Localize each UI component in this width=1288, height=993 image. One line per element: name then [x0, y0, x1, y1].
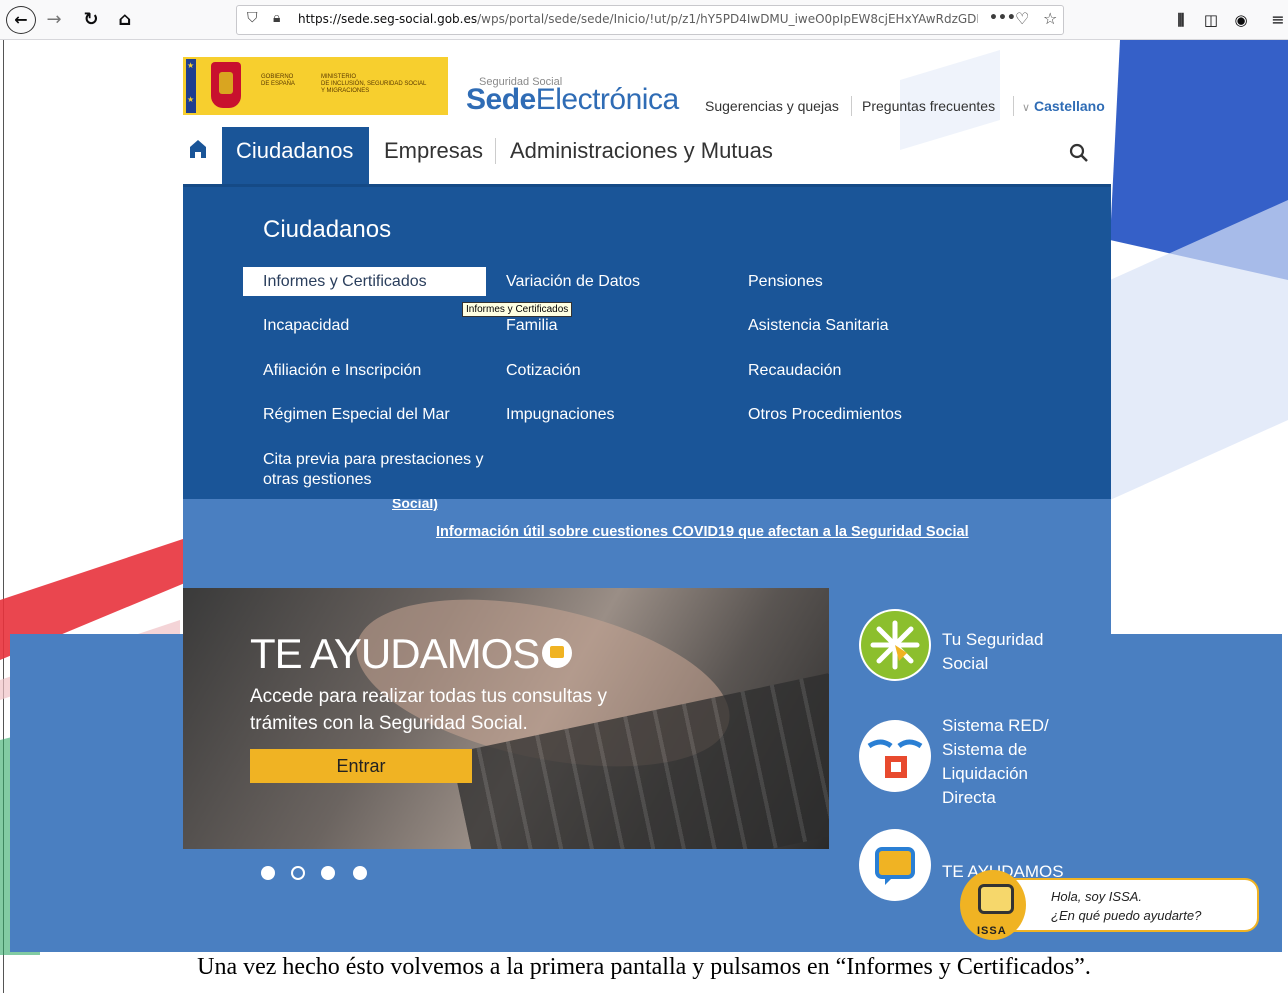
url-text[interactable]: https://sede.seg-social.gob.es/wps/porta… [298, 12, 978, 26]
lock-icon[interactable]: 🔒︎ [273, 10, 280, 26]
coat-of-arms-icon [211, 62, 241, 108]
ministerio-text: MINISTERIO DE INCLUSIÓN, SEGURIDAD SOCIA… [321, 74, 427, 94]
tss-logo-graphic [861, 611, 929, 679]
menu-item-variacion-datos[interactable]: Variación de Datos [506, 272, 640, 292]
menu-item-incapacidad[interactable]: Incapacidad [263, 316, 349, 336]
sede-bold-text: Sede [466, 83, 536, 116]
chevron-down-icon: ∨ [1022, 102, 1031, 114]
tu-seguridad-social-link[interactable]: Tu Seguridad Social [942, 628, 1072, 676]
menu-icon[interactable]: ≡ [1270, 8, 1286, 32]
pocket-icon[interactable]: ♡ [1015, 9, 1029, 28]
url-host: https://sede.seg-social.gob.es [298, 12, 478, 26]
home-button[interactable]: ⌂ [114, 8, 136, 32]
tab-ciudadanos-label[interactable]: Ciudadanos [236, 138, 353, 164]
nav-divider [495, 138, 496, 164]
suggestions-link[interactable]: Sugerencias y quejas [705, 98, 839, 114]
carousel-dot-active[interactable] [291, 866, 305, 880]
language-selector[interactable]: ∨ Castellano [1022, 98, 1105, 114]
header-divider [851, 96, 852, 116]
eu-flag-icon [186, 59, 196, 113]
url-bar[interactable]: ⛉ 🔒︎ https://sede.seg-social.gob.es/wps/… [236, 5, 1064, 35]
carousel-dot[interactable] [353, 866, 367, 880]
menu-item-cita-previa[interactable]: Cita previa para prestaciones y otras ge… [263, 450, 503, 490]
te-ayudamos-icon[interactable] [859, 829, 931, 901]
back-button[interactable]: ← [6, 6, 36, 34]
menu-item-afiliacion[interactable]: Afiliación e Inscripción [263, 361, 421, 381]
sistema-red-link[interactable]: Sistema RED/ Sistema de Liquidación Dire… [942, 714, 1082, 810]
menu-item-familia[interactable]: Familia [506, 316, 558, 336]
language-label: Castellano [1033, 98, 1105, 114]
carousel-dot[interactable] [261, 866, 275, 880]
tab-administraciones[interactable]: Administraciones y Mutuas [510, 138, 773, 164]
chat-bubble[interactable] [992, 878, 1259, 932]
account-icon[interactable]: ◉ [1230, 8, 1252, 32]
menu-item-pensiones[interactable]: Pensiones [748, 272, 823, 292]
covid-info-link[interactable]: Información útil sobre cuestiones COVID1… [436, 524, 969, 540]
chat-question: ¿En qué puedo ayudarte? [1051, 908, 1202, 923]
hero-subtitle: Accede para realizar todas tus consultas… [250, 686, 607, 734]
chat-greeting: Hola, soy ISSA. [1051, 889, 1143, 904]
forward-button[interactable]: → [44, 8, 64, 32]
menu-item-otros-procedimientos[interactable]: Otros Procedimientos [748, 405, 902, 425]
sistema-red-graphic [867, 739, 923, 778]
sede-rest-text: Electrónica [535, 83, 679, 116]
sistema-red-icon[interactable] [859, 720, 931, 792]
tu-seguridad-social-icon[interactable] [859, 609, 931, 681]
carousel-dot[interactable] [321, 866, 335, 880]
gobierno-text: GOBIERNO DE ESPAÑA [261, 74, 295, 87]
menu-item-asistencia-sanitaria[interactable]: Asistencia Sanitaria [748, 316, 889, 336]
hero-title: TE AYUDAMOS [250, 630, 540, 677]
library-icon[interactable]: ⫼ [1170, 8, 1192, 32]
url-path: /wps/portal/sede/sede/Inicio/!ut/p/z1/hY… [477, 12, 978, 26]
document-caption: Una vez hecho ésto volvemos a la primera… [197, 954, 1091, 980]
tooltip: Informes y Certificados [462, 302, 573, 317]
header-divider [1013, 96, 1014, 116]
sede-electronica-logo[interactable]: SedeElectrónica [466, 83, 679, 117]
browser-toolbar: ← → ↻ ⌂ ⛉ 🔒︎ https://sede.seg-social.gob… [0, 0, 1288, 40]
entrar-button[interactable]: Entrar [250, 749, 472, 783]
chatbot-name: ISSA [977, 925, 1007, 937]
help-chat-icon [542, 638, 572, 668]
bookmark-star-icon[interactable]: ☆ [1043, 9, 1057, 28]
reload-button[interactable]: ↻ [80, 8, 102, 32]
menu-item-impugnaciones[interactable]: Impugnaciones [506, 405, 615, 425]
tab-empresas[interactable]: Empresas [384, 138, 483, 164]
home-icon[interactable] [189, 139, 207, 159]
shield-icon[interactable]: ⛉ [247, 10, 258, 26]
menu-item-informes-certificados[interactable]: Informes y Certificados [263, 272, 427, 292]
sidebar-icon[interactable]: ◫ [1200, 8, 1222, 32]
dropdown-title: Ciudadanos [263, 216, 392, 243]
menu-item-regimen-mar[interactable]: Régimen Especial del Mar [263, 405, 450, 425]
faq-link[interactable]: Preguntas frecuentes [862, 98, 995, 114]
page-actions-icon[interactable]: ••• [989, 10, 1016, 26]
menu-item-cotizacion[interactable]: Cotización [506, 361, 581, 381]
gobierno-logo[interactable]: GOBIERNO DE ESPAÑA MINISTERIO DE INCLUSI… [183, 57, 448, 115]
te-ayudamos-graphic [875, 847, 915, 885]
menu-item-recaudacion[interactable]: Recaudación [748, 361, 841, 381]
search-icon[interactable] [1069, 143, 1089, 163]
